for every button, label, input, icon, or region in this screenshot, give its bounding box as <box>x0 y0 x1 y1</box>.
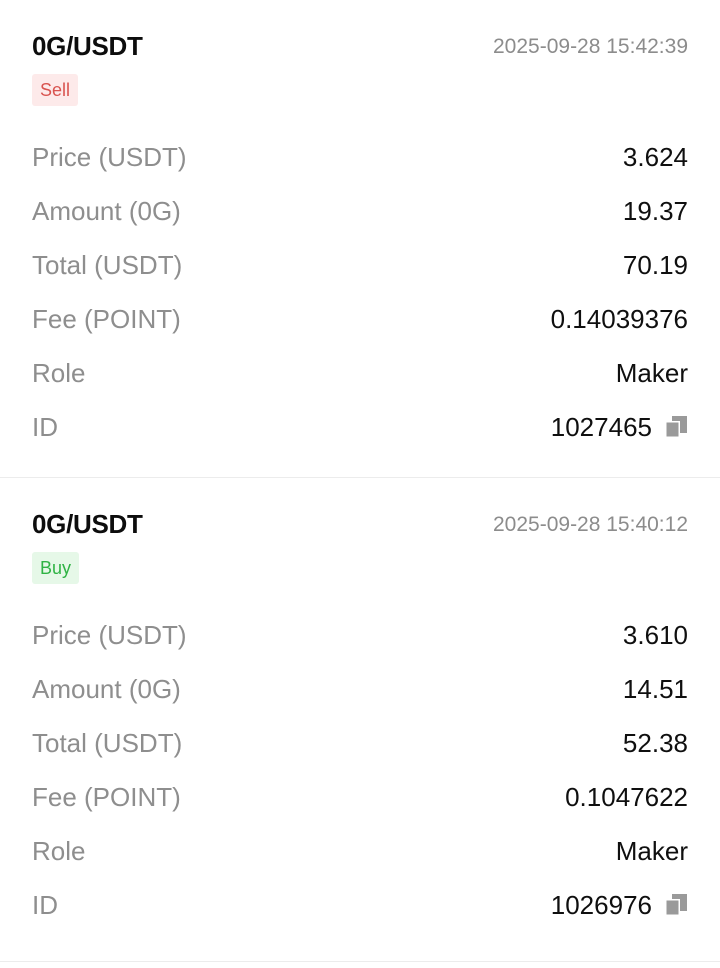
detail-row-fee: Fee (POINT) 0.1047622 <box>32 770 688 824</box>
copy-icon[interactable] <box>664 415 688 439</box>
detail-row-price: Price (USDT) 3.610 <box>32 608 688 662</box>
amount-value: 14.51 <box>622 673 688 704</box>
price-label: Price (USDT) <box>32 619 187 650</box>
id-label: ID <box>32 411 58 442</box>
total-label: Total (USDT) <box>32 249 183 280</box>
trade-time: 2025-09-28 15:40:12 <box>493 513 688 536</box>
price-value: 3.610 <box>622 619 688 650</box>
fee-label: Fee (POINT) <box>32 303 181 334</box>
trade-details: Price (USDT) 3.610 Amount (0G) 14.51 Tot… <box>32 608 688 932</box>
id-label: ID <box>32 889 58 920</box>
detail-row-amount: Amount (0G) 14.51 <box>32 662 688 716</box>
price-value: 3.624 <box>622 141 688 172</box>
fee-label: Fee (POINT) <box>32 781 181 812</box>
amount-label: Amount (0G) <box>32 673 181 704</box>
detail-row-id: ID 1027465 <box>32 400 688 454</box>
trade-card: 0G/USDT 2025-09-28 15:42:39 Sell Price (… <box>0 0 720 478</box>
id-value-wrap: 1026976 <box>551 890 688 921</box>
trade-card: 0G/USDT 2025-09-28 15:40:12 Buy Price (U… <box>0 478 720 962</box>
detail-row-total: Total (USDT) 52.38 <box>32 716 688 770</box>
detail-row-role: Role Maker <box>32 346 688 400</box>
detail-row-total: Total (USDT) 70.19 <box>32 238 688 292</box>
detail-row-fee: Fee (POINT) 0.14039376 <box>32 292 688 346</box>
role-value: Maker <box>615 357 688 388</box>
fee-value: 0.1047622 <box>565 781 688 812</box>
amount-label: Amount (0G) <box>32 195 181 226</box>
role-label: Role <box>32 357 86 388</box>
role-label: Role <box>32 835 86 866</box>
trade-pair: 0G/USDT <box>32 509 143 539</box>
detail-row-amount: Amount (0G) 19.37 <box>32 184 688 238</box>
fee-value: 0.14039376 <box>550 303 688 334</box>
id-value: 1027465 <box>550 411 652 442</box>
total-value: 52.38 <box>622 727 688 758</box>
trade-pair: 0G/USDT <box>32 31 143 61</box>
detail-row-price: Price (USDT) 3.624 <box>32 130 688 184</box>
copy-icon[interactable] <box>664 893 688 917</box>
role-value: Maker <box>615 835 688 866</box>
detail-row-id: ID 1026976 <box>32 878 688 932</box>
id-value-wrap: 1027465 <box>551 412 688 443</box>
detail-row-role: Role Maker <box>32 824 688 878</box>
id-value: 1026976 <box>550 889 652 920</box>
side-badge-sell: Sell <box>32 74 79 106</box>
total-label: Total (USDT) <box>32 727 183 758</box>
total-value: 70.19 <box>622 249 688 280</box>
side-badge-buy: Buy <box>32 552 80 584</box>
trade-time: 2025-09-28 15:42:39 <box>493 35 688 58</box>
price-label: Price (USDT) <box>32 141 187 172</box>
trade-details: Price (USDT) 3.624 Amount (0G) 19.37 Tot… <box>32 130 688 454</box>
amount-value: 19.37 <box>622 195 688 226</box>
